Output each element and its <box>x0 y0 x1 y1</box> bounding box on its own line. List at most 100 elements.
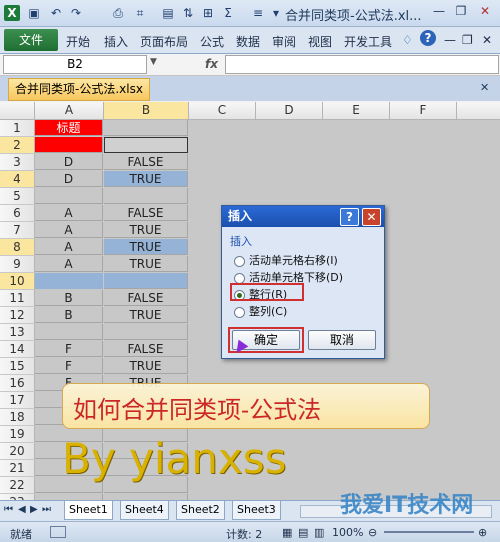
row-header[interactable]: 2 <box>0 137 35 154</box>
cell-a[interactable]: D <box>35 154 103 170</box>
radio-icon[interactable] <box>234 306 245 318</box>
row-header[interactable]: 6 <box>0 205 35 222</box>
next-sheet-icon[interactable]: ▶ <box>30 504 38 515</box>
cell-a[interactable]: B <box>35 290 103 306</box>
row-header[interactable]: 10 <box>0 273 35 290</box>
page-layout-view-icon[interactable]: ▤ <box>298 526 308 539</box>
column-header-d[interactable]: D <box>256 102 323 120</box>
customize-icon[interactable]: ▾ <box>268 5 284 21</box>
tab-file[interactable]: 文件 <box>4 29 58 51</box>
insert-function-icon[interactable]: fx <box>205 57 218 71</box>
cell-b[interactable] <box>104 324 188 340</box>
cell-b[interactable]: TRUE <box>104 239 188 255</box>
column-header-f[interactable]: F <box>390 102 457 120</box>
last-sheet-icon[interactable]: ⏭ <box>42 504 51 515</box>
paste-icon[interactable]: ▤ <box>160 5 176 21</box>
borders-icon[interactable]: ⊞ <box>200 5 216 21</box>
row-header[interactable]: 8 <box>0 239 35 256</box>
workbook-tab[interactable]: 合并同类项-公式法.xlsx <box>8 78 150 101</box>
cell-b[interactable] <box>104 273 188 289</box>
normal-view-icon[interactable]: ▦ <box>282 526 292 539</box>
close-button[interactable]: ✕ <box>476 3 494 19</box>
cell-a[interactable]: A <box>35 205 103 221</box>
cell-a[interactable]: B <box>35 307 103 323</box>
name-box-dropdown-icon[interactable]: ▼ <box>150 57 157 67</box>
tab-view[interactable]: 视图 <box>308 33 332 50</box>
radio-icon[interactable] <box>234 272 245 284</box>
restore-button[interactable]: ❐ <box>452 3 470 19</box>
print-preview-icon[interactable]: ⎙ <box>110 5 126 21</box>
option-shift-right[interactable]: 活动单元格右移(I) <box>234 252 338 268</box>
help-icon[interactable]: ? <box>420 30 436 46</box>
row-header[interactable]: 14 <box>0 341 35 358</box>
cell-b[interactable]: TRUE <box>104 222 188 238</box>
dialog-help-button[interactable]: ? <box>340 208 359 226</box>
minimize-button[interactable]: — <box>430 3 448 19</box>
align-icon[interactable]: ≡ <box>250 5 266 21</box>
cell-b[interactable]: FALSE <box>104 154 188 170</box>
tab-home[interactable]: 开始 <box>66 33 90 50</box>
cell-b[interactable]: TRUE <box>104 307 188 323</box>
radio-icon[interactable] <box>234 255 245 267</box>
row-header[interactable]: 21 <box>0 460 35 477</box>
tab-developer[interactable]: 开发工具 <box>344 33 392 50</box>
sheet-tab-3[interactable]: Sheet2 <box>176 501 225 520</box>
option-entire-column[interactable]: 整列(C) <box>234 303 287 319</box>
sort-icon[interactable]: ⇅ <box>180 5 196 21</box>
row-header[interactable]: 13 <box>0 324 35 341</box>
tab-page-layout[interactable]: 页面布局 <box>140 33 188 50</box>
sheet-tab-1[interactable]: Sheet1 <box>64 501 113 520</box>
wb-minimize-icon[interactable]: — <box>444 33 456 47</box>
row-header[interactable]: 22 <box>0 477 35 494</box>
name-box[interactable]: B2 <box>3 55 147 74</box>
row-header[interactable]: 18 <box>0 409 35 426</box>
wb-restore-icon[interactable]: ❐ <box>462 33 473 47</box>
row-header[interactable]: 7 <box>0 222 35 239</box>
cell-b[interactable]: TRUE <box>104 256 188 272</box>
cell-b[interactable]: TRUE <box>104 171 188 187</box>
row-header[interactable]: 12 <box>0 307 35 324</box>
row-header[interactable]: 11 <box>0 290 35 307</box>
tab-data[interactable]: 数据 <box>236 33 260 50</box>
ribbon-minimize-icon[interactable]: ♢ <box>402 33 413 47</box>
dialog-close-button[interactable]: ✕ <box>362 208 381 226</box>
row-header[interactable]: 20 <box>0 443 35 460</box>
cell-b[interactable] <box>104 188 188 204</box>
cell-b[interactable]: FALSE <box>104 205 188 221</box>
undo-icon[interactable]: ↶ <box>48 5 64 21</box>
page-break-view-icon[interactable]: ▥ <box>314 526 324 539</box>
cell-a[interactable]: A <box>35 256 103 272</box>
row-header[interactable]: 19 <box>0 426 35 443</box>
zoom-out-icon[interactable]: ⊖ <box>368 526 377 539</box>
cell-b[interactable]: TRUE <box>104 358 188 374</box>
first-sheet-icon[interactable]: ⏮ <box>4 504 13 515</box>
cell-b[interactable]: FALSE <box>104 290 188 306</box>
row-header[interactable]: 9 <box>0 256 35 273</box>
column-header-a[interactable]: A <box>35 102 104 120</box>
column-header-b[interactable]: B <box>104 102 189 120</box>
row-header[interactable]: 3 <box>0 154 35 171</box>
column-header-g[interactable] <box>457 102 500 120</box>
column-header-c[interactable]: C <box>189 102 256 120</box>
cancel-button[interactable]: 取消 <box>308 330 376 350</box>
sheet-tab-2[interactable]: Sheet4 <box>120 501 169 520</box>
row-header[interactable]: 1 <box>0 120 35 137</box>
tab-formulas[interactable]: 公式 <box>200 33 224 50</box>
cell-b[interactable] <box>104 137 188 153</box>
cell-a[interactable] <box>35 188 103 204</box>
zoom-level[interactable]: 100% <box>332 526 363 539</box>
sheet-tab-4[interactable]: Sheet3 <box>232 501 281 520</box>
cell-a[interactable]: F <box>35 358 103 374</box>
cell-b[interactable] <box>104 120 188 136</box>
redo-icon[interactable]: ↷ <box>68 5 84 21</box>
formula-input[interactable] <box>225 55 499 74</box>
cell-a[interactable]: D <box>35 171 103 187</box>
tab-insert[interactable]: 插入 <box>104 33 128 50</box>
wb-close-icon[interactable]: ✕ <box>482 33 492 47</box>
workbook-close-icon[interactable]: ✕ <box>480 81 489 94</box>
cell-a[interactable]: A <box>35 239 103 255</box>
row-header[interactable]: 5 <box>0 188 35 205</box>
zoom-slider[interactable] <box>384 531 474 533</box>
column-header-e[interactable]: E <box>323 102 390 120</box>
autosum-icon[interactable]: Σ <box>220 5 236 21</box>
